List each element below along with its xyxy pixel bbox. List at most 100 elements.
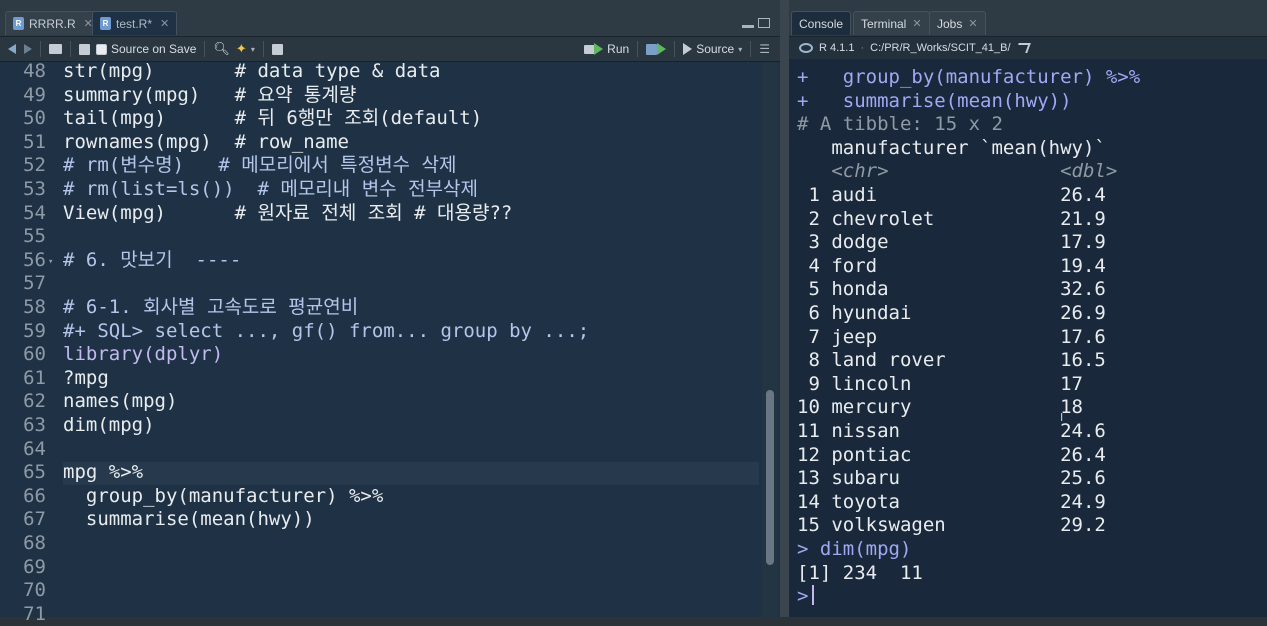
line-number: 70	[23, 579, 46, 602]
rstudio-window: R RRRR.R ✕ R test.R* ✕ Source on Save 🔍︎…	[0, 0, 1267, 625]
code-line: tail(mpg) # 뒤 6행만 조회(default)	[63, 107, 483, 130]
console-line: >	[797, 585, 815, 609]
fold-icon[interactable]: ▾	[48, 257, 53, 267]
source-label: Source	[696, 42, 735, 56]
close-icon[interactable]: ✕	[968, 17, 977, 30]
working-directory[interactable]: C:/PR/R_Works/SCIT_41_B/	[870, 42, 1010, 54]
editor-tab-bar: R RRRR.R ✕ R test.R* ✕	[0, 0, 780, 37]
line-number: 49	[23, 83, 46, 106]
code-line: library(dplyr)	[63, 343, 224, 366]
source-button[interactable]: Source ▾	[680, 39, 745, 59]
code-line: str(mpg) # data type & data	[63, 60, 441, 82]
console-line: 5 honda 32.6	[797, 278, 1106, 301]
code-line: # 6-1. 회사별 고속도로 평균연비	[63, 296, 359, 318]
code-line: # 6. 맛보기 ----	[63, 248, 242, 271]
back-arrow-icon[interactable]	[8, 44, 16, 54]
console-line: 13 subaru 25.6	[797, 467, 1106, 490]
editor-scrollbar[interactable]	[762, 62, 778, 617]
save-icon	[79, 43, 90, 55]
console-line: # A tibble: 15 x 2	[797, 113, 1003, 136]
line-number: 57	[23, 272, 46, 295]
console-line: 9 lincoln 17	[797, 372, 1106, 395]
close-icon[interactable]: ✕	[912, 17, 921, 30]
code-tools-button[interactable]: ✦ ▾	[233, 39, 258, 59]
r-file-icon: R	[100, 17, 111, 30]
line-number: 55	[23, 225, 46, 248]
tab-label: test.R*	[116, 16, 153, 31]
code-line: mpg %>%	[63, 461, 144, 484]
line-number: 56	[23, 248, 46, 271]
line-number: 58	[23, 296, 46, 318]
tab-terminal[interactable]: Terminal ✕	[853, 11, 930, 35]
console-line: + summarise(mean(hwy))	[797, 89, 1072, 112]
console-line: 15 volkswagen 29.2	[797, 514, 1106, 537]
line-number: 62	[23, 390, 46, 413]
show-in-window-icon[interactable]	[49, 44, 62, 54]
chevron-down-icon[interactable]: ▾	[738, 45, 742, 54]
console-line: > dim(mpg)	[797, 538, 912, 560]
line-number: 52	[23, 154, 46, 177]
source-on-save-checkbox[interactable]: Source on Save	[93, 39, 199, 59]
minimize-pane-icon[interactable]	[742, 25, 754, 28]
save-button[interactable]	[76, 39, 93, 59]
code-line: ?mpg	[63, 366, 109, 389]
console-line: 6 hyundai 26.9	[797, 302, 1106, 324]
line-number: 69	[23, 555, 46, 578]
run-button[interactable]: Run	[581, 39, 632, 59]
scrollbar-thumb[interactable]	[766, 390, 774, 565]
pane-controls	[742, 18, 770, 28]
magic-wand-icon: ✦	[235, 41, 247, 56]
line-number: 63	[23, 414, 46, 436]
code-line: dim(mpg)	[63, 414, 155, 436]
console-line: 12 pontiac 26.4	[797, 443, 1106, 466]
console-output[interactable]: + group_by(manufacturer) %>% + summarise(…	[797, 60, 1267, 617]
tab-rrrr[interactable]: R RRRR.R ✕	[5, 11, 101, 35]
line-number: 54	[23, 201, 46, 224]
go-to-directory-icon[interactable]	[1014, 43, 1031, 53]
code-line: group_by(manufacturer) %>%	[63, 484, 384, 507]
console-line: <chr> <dbl>	[797, 160, 1118, 183]
tab-console[interactable]: Console	[791, 11, 852, 35]
source-editor-pane: R RRRR.R ✕ R test.R* ✕ Source on Save 🔍︎…	[0, 0, 780, 625]
rerun-button[interactable]	[643, 39, 669, 59]
pane-splitter[interactable]	[780, 0, 789, 617]
tab-test[interactable]: R test.R* ✕	[92, 11, 178, 35]
line-number: 51	[23, 130, 46, 153]
tab-label: RRRR.R	[29, 16, 76, 31]
search-icon: 🔍︎	[213, 41, 230, 56]
code-area[interactable]: str(mpg) # data type & data summary(mpg) …	[63, 60, 759, 617]
maximize-pane-icon[interactable]	[758, 18, 770, 28]
current-line-highlight	[63, 462, 759, 486]
source-on-save-label: Source on Save	[111, 42, 197, 56]
console-line: 8 land rover 16.5	[797, 349, 1106, 372]
compile-report-button[interactable]	[269, 39, 286, 59]
console-line: 3 dodge 17.9	[797, 231, 1106, 254]
editor-toolbar: Source on Save 🔍︎ ✦ ▾ Run Source ▾ ☰	[0, 37, 780, 62]
r-logo-icon	[799, 43, 813, 53]
line-number: 64	[23, 437, 46, 460]
console-pane: Console Terminal ✕ Jobs ✕ R 4.1.1 · C:/PR/…	[789, 0, 1267, 617]
console-line: 4 ford 19.4	[797, 254, 1106, 277]
console-caret	[812, 585, 815, 606]
console-line: 1 audi 26.4	[797, 184, 1106, 206]
console-line: 14 toyota 24.9	[797, 490, 1106, 513]
code-line: names(mpg)	[63, 390, 178, 413]
console-line: 7 jeep 17.6	[797, 325, 1106, 348]
source-arrow-icon	[683, 43, 693, 55]
find-button[interactable]: 🔍︎	[210, 39, 233, 59]
text-cursor-icon: I	[1060, 411, 1064, 424]
console-info-bar: R 4.1.1 · C:/PR/R_Works/SCIT_41_B/	[789, 37, 1267, 59]
line-number: 67	[23, 508, 46, 531]
line-number: 53	[23, 178, 46, 200]
code-line: summarise(mean(hwy))	[63, 508, 315, 531]
forward-arrow-icon[interactable]	[24, 44, 32, 54]
notebook-icon	[271, 43, 283, 55]
line-number: 65	[23, 461, 46, 484]
code-line: #+ SQL> select ..., gf() from... group b…	[63, 319, 590, 342]
document-outline-button[interactable]: ☰	[756, 39, 780, 59]
code-line: summary(mpg) # 요약 통계량	[63, 83, 357, 106]
tab-jobs[interactable]: Jobs ✕	[929, 11, 986, 35]
console-line: manufacturer `mean(hwy)`	[797, 136, 1106, 159]
close-icon[interactable]: ✕	[160, 17, 169, 30]
line-number: 59	[23, 319, 46, 342]
